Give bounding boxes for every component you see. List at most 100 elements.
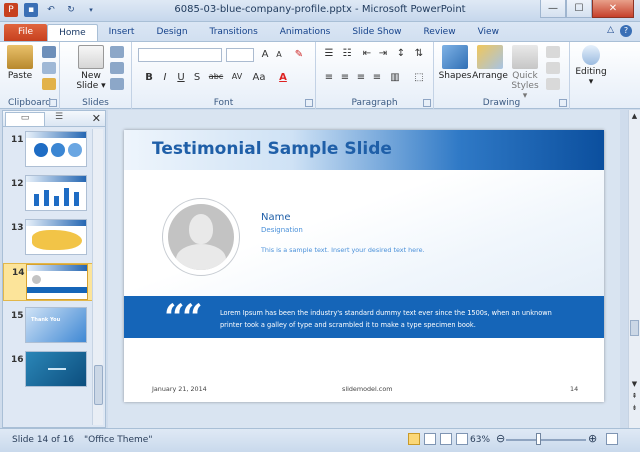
normal-view-icon[interactable] [408,433,420,445]
clear-formatting-icon[interactable]: ✎ [292,49,306,60]
editing-button[interactable]: Editing ▾ [572,45,610,87]
zoom-in-icon[interactable]: ⊕ [588,432,597,445]
slide-title[interactable]: Testimonial Sample Slide [152,139,392,159]
shapes-button[interactable]: Shapes [438,45,472,81]
reset-icon[interactable] [110,62,124,74]
paragraph-group: ☰ ☷ ⇤ ⇥ ↕ ⇅ ≡ ≡ ≡ ≡ ▥ ⬚ Paragraph [316,42,434,109]
copy-icon[interactable] [42,62,56,74]
minimize-button[interactable]: — [540,0,566,18]
tab-home[interactable]: Home [47,24,98,41]
arrange-button[interactable]: Arrange [472,45,508,81]
bold-button[interactable]: B [142,72,156,83]
align-center-icon[interactable]: ≡ [338,72,352,83]
quick-styles-icon [512,45,538,69]
scroll-down-icon[interactable]: ▼ [630,380,639,390]
smartart-icon[interactable]: ⬚ [412,72,426,83]
zoom-level[interactable]: 63% [470,435,490,445]
paragraph-launcher-icon[interactable] [423,99,431,107]
font-color-button[interactable]: A [276,72,290,83]
testimonial-sample-text[interactable]: This is a sample text. Insert your desir… [261,246,425,254]
quote-text[interactable]: Lorem Ipsum has been the industry's stan… [220,307,570,331]
outline-tab[interactable]: ☰ [47,112,71,126]
thumbnail-15[interactable]: 15 Thank You [3,307,93,345]
text-direction-icon[interactable]: ⇅ [412,48,426,59]
tab-transitions[interactable]: Transitions [199,24,269,41]
slide-sorter-icon[interactable] [424,433,436,445]
drawing-launcher-icon[interactable] [559,99,567,107]
tab-design[interactable]: Design [145,24,198,41]
reading-view-icon[interactable] [440,433,452,445]
justify-icon[interactable]: ≡ [370,72,384,83]
thumbnail-14[interactable]: 14 [3,263,93,301]
align-right-icon[interactable]: ≡ [354,72,368,83]
avatar[interactable] [162,198,240,276]
thumbnail-11[interactable]: 11 [3,131,93,169]
shape-outline-icon[interactable] [546,62,560,74]
columns-icon[interactable]: ▥ [388,72,402,83]
font-size-input[interactable] [226,48,254,62]
current-slide[interactable]: Testimonial Sample Slide Name Designatio… [124,130,604,402]
close-pane-icon[interactable]: ✕ [92,112,101,125]
slides-tab[interactable]: ▭ [5,112,45,126]
numbering-icon[interactable]: ☷ [340,48,354,59]
grow-font-button[interactable]: A [258,49,272,60]
next-slide-icon[interactable]: ⇟ [630,404,639,414]
font-launcher-icon[interactable] [305,99,313,107]
align-left-icon[interactable]: ≡ [322,72,336,83]
shape-fill-icon[interactable] [546,46,560,58]
previous-slide-icon[interactable]: ⇞ [630,392,639,402]
format-painter-icon[interactable] [42,78,56,90]
find-binoculars-icon [582,45,600,65]
layout-icon[interactable] [110,46,124,58]
new-slide-button[interactable]: New Slide ▾ [76,45,106,91]
drawing-group: Shapes Arrange Quick Styles ▾ Drawing [434,42,570,109]
tab-view[interactable]: View [467,24,510,41]
paste-button[interactable]: Paste [6,45,34,81]
tab-slide-show[interactable]: Slide Show [341,24,412,41]
cut-icon[interactable] [42,46,56,58]
shape-effects-icon[interactable] [546,78,560,90]
minimize-ribbon-icon[interactable]: △ [607,25,614,37]
tab-review[interactable]: Review [412,24,466,41]
testimonial-designation[interactable]: Designation [261,226,303,234]
quick-styles-button[interactable]: Quick Styles ▾ [508,45,542,101]
testimonial-name[interactable]: Name [261,212,291,223]
close-button[interactable]: ✕ [592,0,634,18]
maximize-button[interactable]: ☐ [566,0,592,18]
slide-counter: Slide 14 of 16 [12,435,75,445]
zoom-out-icon[interactable]: ⊖ [496,432,505,445]
thumbnail-16[interactable]: 16 [3,351,93,389]
section-icon[interactable] [110,78,124,90]
theme-name[interactable]: "Office Theme" [84,435,152,445]
tab-insert[interactable]: Insert [98,24,146,41]
thumbnail-scrollbar[interactable] [92,129,103,425]
shadow-button[interactable]: S [190,72,204,83]
underline-button[interactable]: U [174,72,188,83]
fit-to-window-icon[interactable] [606,433,618,445]
bullets-icon[interactable]: ☰ [322,48,336,59]
font-name-input[interactable] [138,48,222,62]
strikethrough-button[interactable]: abc [206,72,226,81]
increase-indent-icon[interactable]: ⇥ [376,48,390,59]
ribbon: Paste Clipboard New Slide ▾ Slides A A ✎… [0,41,640,109]
clipboard-launcher-icon[interactable] [49,99,57,107]
scroll-up-icon[interactable]: ▲ [630,112,639,122]
slide-show-icon[interactable] [456,433,468,445]
char-spacing-icon[interactable]: AV [230,72,244,81]
shrink-font-button[interactable]: A [272,50,286,59]
thumbnail-list: 11 12 13 14 15 Thank You 16 [3,129,93,425]
tab-file[interactable]: File [4,24,48,41]
font-label: Font [213,98,234,108]
help-icon[interactable]: ? [620,25,632,37]
italic-button[interactable]: I [158,72,172,83]
new-slide-icon [78,45,104,69]
zoom-slider-handle[interactable] [536,433,541,445]
zoom-slider[interactable] [506,439,586,441]
tab-animations[interactable]: Animations [269,24,342,41]
thumbnail-12[interactable]: 12 [3,175,93,213]
decrease-indent-icon[interactable]: ⇤ [360,48,374,59]
line-spacing-icon[interactable]: ↕ [394,48,408,59]
slide-scrollbar[interactable]: ▲ ▼ ⇞ ⇟ [628,110,640,428]
thumbnail-13[interactable]: 13 [3,219,93,257]
change-case-button[interactable]: Aa [250,72,268,83]
